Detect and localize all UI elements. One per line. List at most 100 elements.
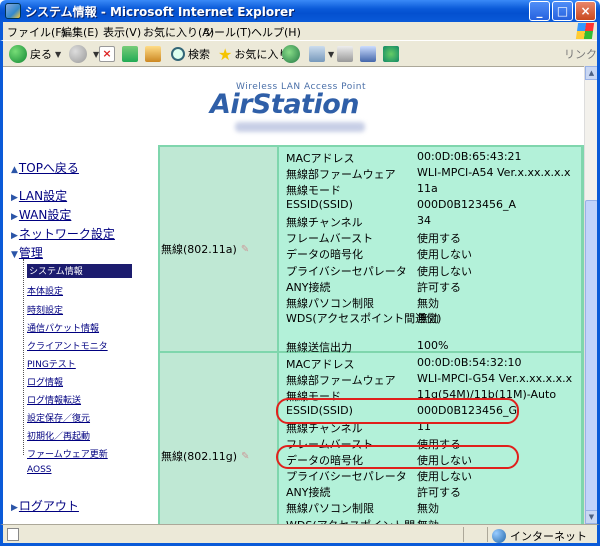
- info-row-value: 100%: [417, 339, 449, 352]
- info-row-value: 11a: [417, 182, 438, 195]
- back-arrow-icon: [9, 45, 27, 63]
- essid-highlight-oval: [276, 398, 519, 424]
- subnav-reset-reboot[interactable]: 初期化／再起動: [27, 429, 90, 442]
- edit-button[interactable]: [360, 44, 376, 64]
- close-button[interactable]: ×: [575, 1, 596, 21]
- mail-dropdown-icon[interactable]: ▼: [328, 50, 334, 59]
- menu-file[interactable]: ファイル(F): [7, 24, 66, 40]
- info-row-key: 無線部ファームウェア: [286, 168, 396, 181]
- history-button[interactable]: [282, 44, 303, 64]
- info-row-value: 000D0B123456_A: [417, 198, 517, 211]
- info-row-key: プライバシーセパレータ: [286, 470, 407, 483]
- nav-wan[interactable]: ▶WAN設定: [11, 206, 71, 223]
- vertical-scrollbar[interactable]: ▲ ▼: [584, 66, 598, 528]
- mail-icon: [309, 46, 325, 62]
- print-icon: [337, 46, 353, 62]
- status-divider: [487, 527, 488, 542]
- nav-top[interactable]: ▲TOPへ戻る: [11, 159, 79, 176]
- info-row-value: 無効: [417, 502, 439, 515]
- nav-logout[interactable]: ▶ログアウト: [11, 497, 79, 514]
- info-row-key: フレームバースト: [286, 232, 374, 245]
- info-row-key: データの暗号化: [286, 248, 363, 261]
- links-button[interactable]: リンク: [564, 44, 597, 64]
- nav-tree-line: [23, 259, 24, 455]
- info-row-key: ANY接続: [286, 281, 331, 294]
- wireless-g-label: 無線(802.11g) ✎: [161, 448, 249, 464]
- edit-pencil-icon[interactable]: ✎: [241, 244, 249, 255]
- messenger-icon: [383, 46, 399, 62]
- menu-view[interactable]: 表示(V): [103, 24, 141, 40]
- info-row-key: MACアドレス: [286, 152, 355, 165]
- subnav-device-settings[interactable]: 本体設定: [27, 284, 63, 297]
- back-button[interactable]: 戻る ▼: [9, 44, 61, 64]
- subnav-time-settings[interactable]: 時刻設定: [27, 303, 63, 316]
- title-bar[interactable]: システム情報 - Microsoft Internet Explorer _ □…: [0, 0, 600, 22]
- window-frame-left: [0, 66, 3, 546]
- info-row-key: 無線パソコン制限: [286, 502, 374, 515]
- nav-lan[interactable]: ▶LAN設定: [11, 187, 67, 204]
- stop-icon: ×: [99, 46, 115, 62]
- minimize-button[interactable]: _: [529, 1, 550, 21]
- print-button[interactable]: [337, 44, 353, 64]
- home-button[interactable]: [145, 44, 161, 64]
- subnav-aoss[interactable]: AOSS: [27, 465, 52, 475]
- toolbar: 戻る ▼ ▼ × 検索 ★ お気に入り ▼ リンク: [0, 40, 600, 66]
- edit-icon: [360, 46, 376, 62]
- info-row-value: 許可する: [417, 281, 461, 294]
- search-button[interactable]: 検索: [171, 44, 210, 64]
- messenger-button[interactable]: [383, 44, 399, 64]
- subnav-firmware-update[interactable]: ファームウェア更新: [27, 447, 108, 460]
- info-row-key: ESSID(SSID): [286, 198, 353, 211]
- menu-bar: ファイル(F) 編集(E) 表示(V) お気に入り(A) ツール(T) ヘルプ(…: [0, 22, 600, 40]
- home-icon: [145, 46, 161, 62]
- forward-button[interactable]: ▼: [69, 44, 99, 64]
- favorites-button[interactable]: ★ お気に入り: [218, 44, 289, 64]
- info-row-value: 無効: [417, 517, 439, 524]
- search-label: 検索: [188, 48, 210, 61]
- history-icon: [282, 45, 300, 63]
- stop-button[interactable]: ×: [99, 44, 115, 64]
- info-row-value: 使用しない: [417, 470, 472, 483]
- nav-admin[interactable]: ▼管理: [11, 244, 43, 261]
- subnav-system-info[interactable]: システム情報: [27, 264, 132, 278]
- subnav-log-transfer[interactable]: ログ情報転送: [27, 393, 81, 406]
- wireless-a-label-text: 無線(802.11a): [161, 243, 237, 256]
- logo-tagline-blurred: [235, 122, 365, 132]
- subnav-client-monitor[interactable]: クライアントモニタ: [27, 339, 108, 352]
- app-icon: [5, 3, 21, 19]
- page-content: Wireless LAN Access Point AirStation ▲TO…: [3, 66, 584, 524]
- wireless-a-label: 無線(802.11a) ✎: [161, 241, 249, 257]
- info-row-key: WDS(アクセスポイント間: [286, 517, 415, 524]
- info-row-value: 使用する: [417, 232, 461, 245]
- info-row-key: プライバシーセパレータ: [286, 265, 407, 278]
- info-row-key: 無線部ファームウェア: [286, 374, 396, 387]
- menu-edit[interactable]: 編集(E): [61, 24, 99, 40]
- info-row-value: WLI-MPCI-A54 Ver.x.xx.x.x.x: [417, 166, 571, 179]
- status-divider: [463, 527, 464, 542]
- edit-pencil-icon[interactable]: ✎: [241, 451, 249, 462]
- maximize-button[interactable]: □: [552, 1, 573, 21]
- encryption-highlight-oval: [276, 445, 519, 469]
- info-row-value: 許可する: [417, 486, 461, 499]
- info-row-key: 無線パソコン制限: [286, 297, 374, 310]
- favorites-star-icon: ★: [218, 44, 233, 64]
- links-label: リンク: [564, 48, 597, 61]
- info-row-key: MACアドレス: [286, 358, 355, 371]
- page-icon: [7, 528, 19, 541]
- menu-tools[interactable]: ツール(T): [203, 24, 251, 40]
- info-row-value: 00:0D:0B:54:32:10: [417, 356, 522, 369]
- info-row-value: 使用しない: [417, 248, 472, 261]
- subnav-save-restore[interactable]: 設定保存／復元: [27, 411, 90, 424]
- info-row-value: 無効: [417, 297, 439, 310]
- refresh-button[interactable]: [122, 44, 138, 64]
- search-icon: [171, 47, 185, 61]
- mail-button[interactable]: ▼: [309, 44, 334, 64]
- subnav-packet-info[interactable]: 通信パケット情報: [27, 321, 99, 334]
- windows-logo-icon: [575, 23, 595, 39]
- menu-help[interactable]: ヘルプ(H): [251, 24, 301, 40]
- zone-label: インターネット: [510, 530, 587, 543]
- subnav-log-info[interactable]: ログ情報: [27, 375, 63, 388]
- subnav-ping-test[interactable]: PINGテスト: [27, 357, 76, 370]
- nav-network[interactable]: ▶ネットワーク設定: [11, 225, 115, 242]
- back-dropdown-icon[interactable]: ▼: [55, 50, 61, 59]
